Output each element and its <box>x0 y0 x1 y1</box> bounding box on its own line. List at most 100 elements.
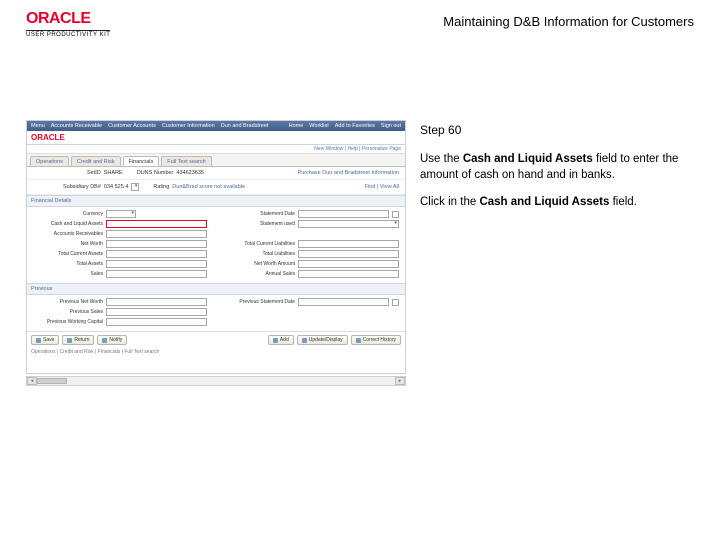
worklist-link[interactable]: Worklist <box>309 123 328 129</box>
screenshot-column: Menu Accounts Receivable Customer Accoun… <box>26 120 406 386</box>
setid-value: SHARE <box>104 170 123 176</box>
instruction-column: Step 60 Use the Cash and Liquid Assets f… <box>420 120 700 386</box>
page-title: Maintaining D&B Information for Customer… <box>443 14 694 29</box>
tot-liab-input[interactable] <box>298 250 399 258</box>
sales-label: Sales <box>33 271 103 277</box>
notify-button[interactable]: Notify <box>97 335 127 345</box>
update-button[interactable]: Update/Display <box>297 335 348 345</box>
prev-networth-label: Previous Net Worth <box>33 299 103 305</box>
notify-label: Notify <box>109 337 122 343</box>
fav-link[interactable]: Add to Favorites <box>335 123 375 129</box>
section-previous: Previous <box>27 283 405 295</box>
correct-button[interactable]: Correct History <box>351 335 401 345</box>
section-financial-details: Financial Details <box>27 195 405 207</box>
ar-input[interactable] <box>106 230 207 238</box>
logo-block: ORACLE USER PRODUCTIVITY KIT <box>26 10 110 38</box>
prev-networth-input[interactable] <box>106 298 207 306</box>
networth-amt-input[interactable] <box>298 260 399 268</box>
tot-cur-liab-input[interactable] <box>298 240 399 248</box>
statement-date-input[interactable] <box>298 210 389 218</box>
oracle-logo: ORACLE <box>26 10 110 28</box>
update-icon <box>302 338 307 343</box>
duns-value: 434623635 <box>176 170 204 176</box>
subsidiary-lookup-icon[interactable] <box>131 183 139 191</box>
save-button[interactable]: Save <box>31 335 59 345</box>
instr1-b: Cash and Liquid Assets <box>463 153 593 165</box>
purchase-link[interactable]: Purchase Dun and Bradstreet Information <box>297 170 399 176</box>
save-label: Save <box>43 337 54 343</box>
page-header: ORACLE USER PRODUCTIVITY KIT Maintaining… <box>0 0 720 44</box>
prev-stmt-date-input[interactable] <box>298 298 389 306</box>
info-row-1: SetID SHARE DUNS Number 434623635 Purcha… <box>27 167 405 180</box>
oracle-subtitle: USER PRODUCTIVITY KIT <box>26 30 110 38</box>
tot-cur-liab-label: Total Current Liabilities <box>225 241 295 247</box>
app-logo-row: ORACLE <box>27 131 405 145</box>
statement-date-label: Statement Date <box>225 211 295 217</box>
prev-wc-input[interactable] <box>106 318 207 326</box>
add-icon <box>273 338 278 343</box>
instr1-a: Use the <box>420 153 463 165</box>
tab-credit-risk[interactable]: Credit and Risk <box>71 156 121 166</box>
networth-label: Net Worth <box>33 241 103 247</box>
tab-fulltext[interactable]: Full Text search <box>161 156 211 166</box>
currency-select[interactable] <box>106 210 136 218</box>
tab-financials[interactable]: Financials <box>123 156 160 166</box>
setid-label: SetID <box>87 170 101 176</box>
rating-label: Rating <box>153 184 169 190</box>
find-viewall[interactable]: Find | View All <box>365 184 399 190</box>
annual-sales-label: Annual Sales <box>225 271 295 277</box>
instruction-1: Use the Cash and Liquid Assets field to … <box>420 152 700 183</box>
crumb[interactable]: Menu <box>31 123 45 129</box>
correct-icon <box>356 338 361 343</box>
top-links: Home Worklist Add to Favorites Sign out <box>289 123 401 129</box>
crumb[interactable]: Customer Accounts <box>108 123 156 129</box>
annual-sales-input[interactable] <box>298 270 399 278</box>
tot-assets-input[interactable] <box>106 260 207 268</box>
save-icon <box>36 338 41 343</box>
tot-liab-label: Total Liabilities <box>225 251 295 257</box>
tot-cur-assets-input[interactable] <box>106 250 207 258</box>
instruction-2: Click in the Cash and Liquid Assets fiel… <box>420 195 700 211</box>
util-links[interactable]: New Window | Help | Personalize Page <box>27 145 405 154</box>
tab-operations[interactable]: Operations <box>30 156 69 166</box>
signout-link[interactable]: Sign out <box>381 123 401 129</box>
prev-wc-label: Previous Working Capital <box>33 319 103 325</box>
calendar-icon[interactable] <box>392 211 399 218</box>
home-link[interactable]: Home <box>289 123 304 129</box>
networth-input[interactable] <box>106 240 207 248</box>
subsidiary-value: 034 525 4 <box>104 184 128 190</box>
crumb[interactable]: Dun and Bradstreet <box>221 123 269 129</box>
footer-links[interactable]: Operations | Credit and Risk | Financial… <box>27 347 405 373</box>
tot-cur-assets-label: Total Current Assets <box>33 251 103 257</box>
app-window: Menu Accounts Receivable Customer Accoun… <box>26 120 406 374</box>
horizontal-scrollbar[interactable]: ◂ ▸ <box>26 376 406 386</box>
calendar-icon[interactable] <box>392 299 399 306</box>
scroll-left-icon[interactable]: ◂ <box>27 377 37 385</box>
statement-used-select[interactable] <box>298 220 399 228</box>
info-row-2: Subsidiary DB# 034 525 4 Rating Dun&Brad… <box>27 180 405 195</box>
app-oracle-logo: ORACLE <box>31 133 65 142</box>
financial-form: Currency Statement Date Cash and Liquid … <box>27 207 405 283</box>
scroll-thumb[interactable] <box>37 378 67 384</box>
cash-liquid-assets-input[interactable] <box>106 220 207 228</box>
add-label: Add <box>280 337 289 343</box>
statement-used-label: Statement used <box>225 221 295 227</box>
step-label: Step 60 <box>420 122 700 138</box>
notify-icon <box>102 338 107 343</box>
prev-sales-label: Previous Sales <box>33 309 103 315</box>
main-content: Menu Accounts Receivable Customer Accoun… <box>0 44 720 386</box>
crumb[interactable]: Customer Information <box>162 123 215 129</box>
scroll-right-icon[interactable]: ▸ <box>395 377 405 385</box>
crumb[interactable]: Accounts Receivable <box>51 123 102 129</box>
update-label: Update/Display <box>309 337 343 343</box>
tabstrip: Operations Credit and Risk Financials Fu… <box>27 154 405 167</box>
subsidiary-label: Subsidiary DB# <box>63 184 101 190</box>
cash-liquid-label: Cash and Liquid Assets <box>33 221 103 227</box>
instr2-a: Click in the <box>420 196 479 208</box>
return-button[interactable]: Return <box>62 335 94 345</box>
sales-input[interactable] <box>106 270 207 278</box>
prev-sales-input[interactable] <box>106 308 207 316</box>
prev-stmt-date-label: Previous Statement Date <box>225 299 295 305</box>
add-button[interactable]: Add <box>268 335 294 345</box>
networth-amt-label: Net Worth Amount <box>225 261 295 267</box>
